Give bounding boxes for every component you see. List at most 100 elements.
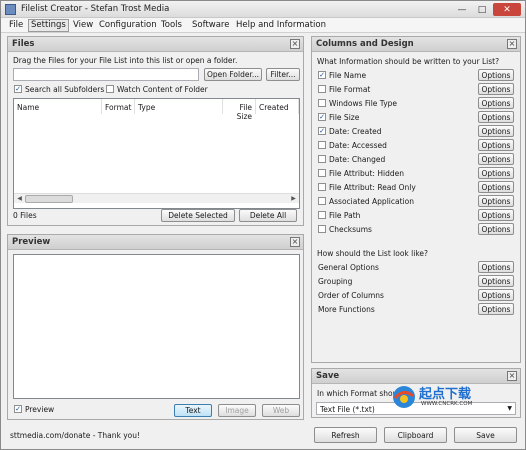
- save-panel-close-icon[interactable]: ×: [507, 371, 517, 381]
- look-option-label: General Options: [318, 263, 379, 272]
- column-option-row: File Attribut: Read Only Options: [318, 181, 514, 193]
- column-option-label: File Attribut: Hidden: [329, 169, 404, 178]
- menu-file[interactable]: File: [7, 20, 25, 32]
- menu-tools[interactable]: Tools: [159, 20, 184, 32]
- column-option-checkbox[interactable]: [318, 197, 326, 205]
- minimize-button[interactable]: —: [453, 3, 471, 16]
- column-option-checkbox[interactable]: [318, 155, 326, 163]
- column-option-label: File Name: [329, 71, 367, 80]
- column-options-button[interactable]: Options: [478, 125, 514, 137]
- menu-software[interactable]: Software: [190, 20, 231, 32]
- column-option-row: Associated Application Options: [318, 195, 514, 207]
- column-option-checkbox[interactable]: [318, 85, 326, 93]
- column-options-button[interactable]: Options: [478, 167, 514, 179]
- files-instruction: Drag the Files for your File List into t…: [13, 56, 238, 65]
- column-option-checkbox[interactable]: [318, 183, 326, 191]
- column-options-button[interactable]: Options: [478, 83, 514, 95]
- look-options-button[interactable]: Options: [478, 275, 514, 287]
- files-panel-title: Files: [12, 39, 35, 49]
- delete-selected-button[interactable]: Delete Selected: [161, 209, 235, 222]
- preview-panel-close-icon[interactable]: ×: [290, 237, 300, 247]
- column-option-label: File Size: [329, 113, 360, 122]
- column-options-button[interactable]: Options: [478, 139, 514, 151]
- files-panel-close-icon[interactable]: ×: [290, 39, 300, 49]
- look-option-row: More Functions Options: [318, 303, 514, 315]
- scroll-left-icon[interactable]: ◀: [15, 195, 24, 203]
- search-subfolders-checkbox[interactable]: ✓: [14, 85, 22, 93]
- column-options-button[interactable]: Options: [478, 195, 514, 207]
- menu-settings[interactable]: Settings: [28, 19, 69, 32]
- preview-label: Preview: [25, 405, 55, 414]
- clipboard-button[interactable]: Clipboard: [384, 427, 447, 443]
- column-options-button[interactable]: Options: [478, 97, 514, 109]
- watermark-globe-icon: [393, 386, 415, 408]
- column-header-created[interactable]: Created: [256, 99, 299, 114]
- column-options-button[interactable]: Options: [478, 153, 514, 165]
- files-panel-header: Files ×: [8, 37, 303, 52]
- file-list-hscrollbar[interactable]: ◀ ▶: [14, 193, 299, 203]
- column-options-button[interactable]: Options: [478, 223, 514, 235]
- menu-configuration[interactable]: Configuration: [97, 20, 159, 32]
- app-icon: [5, 4, 16, 15]
- file-list[interactable]: Name Format Type File Size Created ◀ ▶: [13, 98, 300, 209]
- scroll-right-icon[interactable]: ▶: [289, 195, 298, 203]
- maximize-button[interactable]: □: [473, 3, 491, 16]
- watermark-url: WWW.CNCRK.COM: [421, 401, 473, 407]
- look-options-button[interactable]: Options: [478, 261, 514, 273]
- preview-tab-image[interactable]: Image: [218, 404, 256, 417]
- look-option-label: More Functions: [318, 305, 375, 314]
- column-options-button[interactable]: Options: [478, 69, 514, 81]
- column-option-checkbox[interactable]: [318, 99, 326, 107]
- app-window: Filelist Creator - Stefan Trost Media — …: [0, 0, 526, 450]
- look-options-button[interactable]: Options: [478, 303, 514, 315]
- watermark-brand: 起点下载: [419, 387, 472, 402]
- column-options-button[interactable]: Options: [478, 209, 514, 221]
- watch-folder-checkbox[interactable]: [106, 85, 114, 93]
- column-option-row: File Path Options: [318, 209, 514, 221]
- file-count: 0 Files: [13, 211, 37, 220]
- columns-panel-close-icon[interactable]: ×: [507, 39, 517, 49]
- column-header-format[interactable]: Format: [102, 99, 135, 114]
- menu-view[interactable]: View: [71, 20, 95, 32]
- column-option-checkbox[interactable]: [318, 169, 326, 177]
- refresh-button[interactable]: Refresh: [314, 427, 377, 443]
- column-option-checkbox[interactable]: [318, 225, 326, 233]
- columns-design-panel: Columns and Design × What Information sh…: [311, 36, 521, 363]
- column-options-button[interactable]: Options: [478, 181, 514, 193]
- menu-bar: File Settings View Configuration Tools S…: [1, 18, 525, 33]
- preview-checkbox[interactable]: ✓: [14, 405, 22, 413]
- preview-area: [13, 254, 300, 399]
- title-bar: Filelist Creator - Stefan Trost Media — …: [1, 1, 525, 18]
- save-button[interactable]: Save: [454, 427, 517, 443]
- column-option-label: Windows File Type: [329, 99, 398, 108]
- scroll-thumb[interactable]: [25, 195, 73, 203]
- column-option-row: Checksums Options: [318, 223, 514, 235]
- open-folder-button[interactable]: Open Folder...: [204, 68, 262, 81]
- columns-panel-header: Columns and Design ×: [312, 37, 520, 52]
- column-option-checkbox[interactable]: ✓: [318, 113, 326, 121]
- filter-button[interactable]: Filter...: [266, 68, 300, 81]
- look-options-button[interactable]: Options: [478, 289, 514, 301]
- column-header-name[interactable]: Name: [14, 99, 102, 114]
- column-option-label: Associated Application: [329, 197, 414, 206]
- column-option-checkbox[interactable]: [318, 141, 326, 149]
- preview-panel: Preview × ✓ Preview Text Image Web: [7, 234, 304, 420]
- column-header-type[interactable]: Type: [135, 99, 223, 114]
- preview-tab-web[interactable]: Web: [262, 404, 300, 417]
- delete-all-button[interactable]: Delete All: [239, 209, 297, 222]
- column-option-row: ✓ Date: Created Options: [318, 125, 514, 137]
- watch-folder-label: Watch Content of Folder: [117, 85, 208, 94]
- menu-help[interactable]: Help and Information: [234, 20, 328, 32]
- close-button[interactable]: ✕: [493, 3, 521, 16]
- columns-panel-title: Columns and Design: [316, 39, 414, 49]
- column-option-checkbox[interactable]: [318, 211, 326, 219]
- column-option-label: Date: Accessed: [329, 141, 387, 150]
- preview-tab-text[interactable]: Text: [174, 404, 212, 417]
- column-header-file-size[interactable]: File Size: [223, 99, 256, 121]
- column-option-row: File Attribut: Hidden Options: [318, 167, 514, 179]
- folder-path-input[interactable]: [13, 68, 199, 81]
- status-text[interactable]: sttmedia.com/donate - Thank you!: [10, 431, 140, 440]
- column-options-button[interactable]: Options: [478, 111, 514, 123]
- column-option-checkbox[interactable]: ✓: [318, 127, 326, 135]
- column-option-checkbox[interactable]: ✓: [318, 71, 326, 79]
